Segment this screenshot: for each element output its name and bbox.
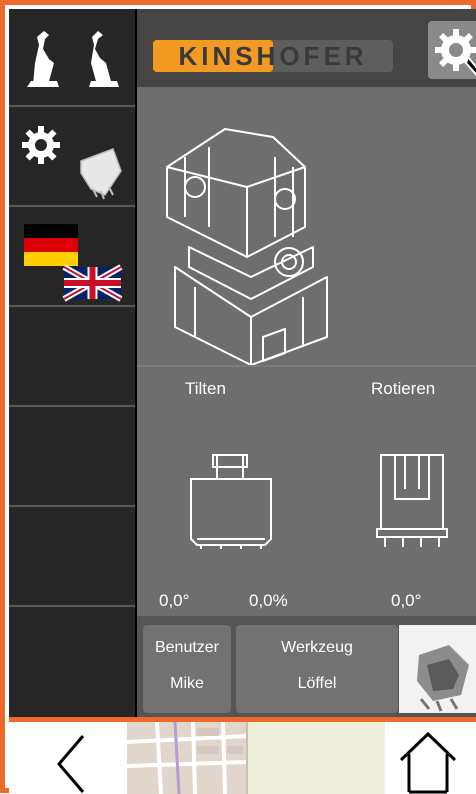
settings-button[interactable]	[428, 21, 476, 79]
kinshofer-logo: KINSHOFER	[153, 40, 393, 72]
tilt-rotator-illustration	[166, 128, 328, 366]
sidebar-item-joysticks[interactable]	[9, 9, 135, 107]
rotate-angle-value: 0,0°	[391, 591, 422, 610]
svg-text:KINSHOFER: KINSHOFER	[178, 41, 367, 71]
tool-image-icon	[417, 645, 469, 712]
sidebar	[9, 9, 135, 717]
tool-label: Werkzeug	[281, 639, 353, 656]
language-flags-icon	[24, 224, 123, 302]
main-panel: KINSHOFER Tilten Rotieren 0,0° 0,0% 0,0°…	[137, 9, 476, 717]
joystick-icon	[27, 31, 119, 87]
sidebar-item-empty[interactable]	[9, 309, 135, 407]
app-window: KINSHOFER Tilten Rotieren 0,0° 0,0% 0,0°…	[9, 9, 476, 717]
sidebar-item-empty[interactable]	[9, 609, 135, 707]
sidebar-item-empty[interactable]	[9, 409, 135, 507]
rotate-label: Rotieren	[371, 379, 436, 398]
gear-bucket-icon	[22, 126, 122, 200]
status-bar: Benutzer Mike Werkzeug Löffel	[137, 616, 476, 717]
user-value: Mike	[170, 675, 204, 692]
sidebar-item-empty[interactable]	[9, 509, 135, 607]
tilt-indicator-icon	[190, 454, 272, 549]
tilt-label: Tilten	[185, 379, 226, 398]
rotate-indicator-icon	[376, 454, 448, 547]
tool-thumbnail[interactable]	[399, 625, 476, 713]
device-nav-bar	[9, 717, 476, 794]
section-divider	[137, 365, 476, 367]
tool-value: Löffel	[297, 675, 337, 692]
chevron-left-icon[interactable]	[49, 728, 99, 794]
gear-icon	[435, 29, 476, 76]
user-button[interactable]: Benutzer Mike	[143, 625, 231, 713]
tilt-percent-value: 0,0%	[249, 591, 288, 610]
tool-button[interactable]: Werkzeug Löffel	[236, 625, 398, 713]
tilt-angle-value: 0,0°	[159, 591, 190, 610]
header-bar: KINSHOFER	[137, 9, 476, 87]
map-image	[127, 722, 385, 794]
sidebar-item-language[interactable]	[9, 209, 135, 307]
map-thumbnail[interactable]	[127, 722, 385, 794]
user-label: Benutzer	[154, 639, 220, 656]
sidebar-item-tool-settings[interactable]	[9, 109, 135, 207]
home-icon[interactable]	[393, 726, 463, 794]
